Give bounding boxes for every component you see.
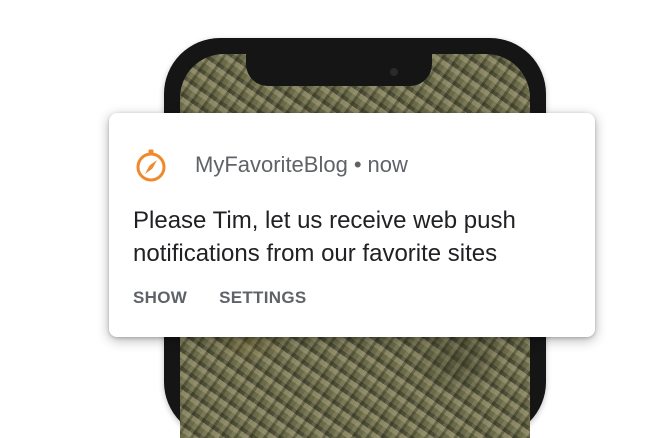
show-button[interactable]: SHOW xyxy=(133,288,187,308)
notification-actions: SHOW SETTINGS xyxy=(133,288,339,308)
header-separator: • xyxy=(353,152,362,177)
app-name: MyFavoriteBlog xyxy=(195,152,348,177)
notification-header: MyFavoriteBlog • now xyxy=(133,147,408,183)
notification-source: MyFavoriteBlog • now xyxy=(195,152,408,178)
camera-icon xyxy=(390,68,398,76)
compass-icon xyxy=(136,149,166,182)
phone-notch xyxy=(246,54,432,86)
notification-time: now xyxy=(367,152,408,177)
push-notification-card[interactable]: MyFavoriteBlog • now Please Tim, let us re… xyxy=(109,113,595,337)
notification-message: Please Tim, let us receive web push noti… xyxy=(133,207,516,267)
settings-button[interactable]: SETTINGS xyxy=(219,288,306,308)
